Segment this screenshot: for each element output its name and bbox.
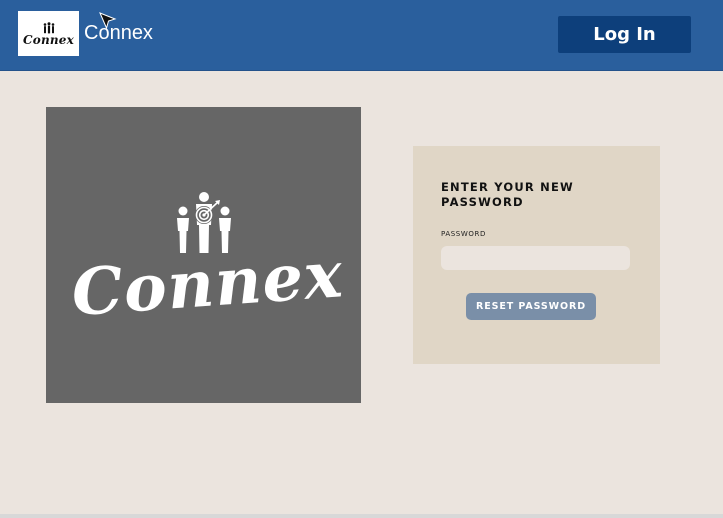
password-label: PASSWORD	[441, 230, 486, 238]
reset-password-button[interactable]: RESET PASSWORD	[466, 293, 596, 320]
reset-password-card: ENTER YOUR NEW PASSWORD PASSWORD RESET P…	[413, 146, 660, 364]
header-logo-text: Connex	[23, 33, 74, 47]
login-button[interactable]: Log In	[558, 16, 691, 53]
hero-logo-panel: Connex	[46, 107, 361, 403]
bottom-edge	[0, 514, 723, 518]
reset-password-heading: ENTER YOUR NEW PASSWORD	[441, 180, 574, 209]
brand-name[interactable]: Connex	[84, 22, 153, 45]
hero-logo-text: Connex	[69, 237, 346, 332]
header-logo[interactable]: Connex	[18, 11, 79, 56]
new-password-input[interactable]	[441, 246, 630, 270]
top-navigation-bar: Connex Connex Log In	[0, 0, 723, 71]
mouse-cursor-icon	[99, 12, 117, 30]
